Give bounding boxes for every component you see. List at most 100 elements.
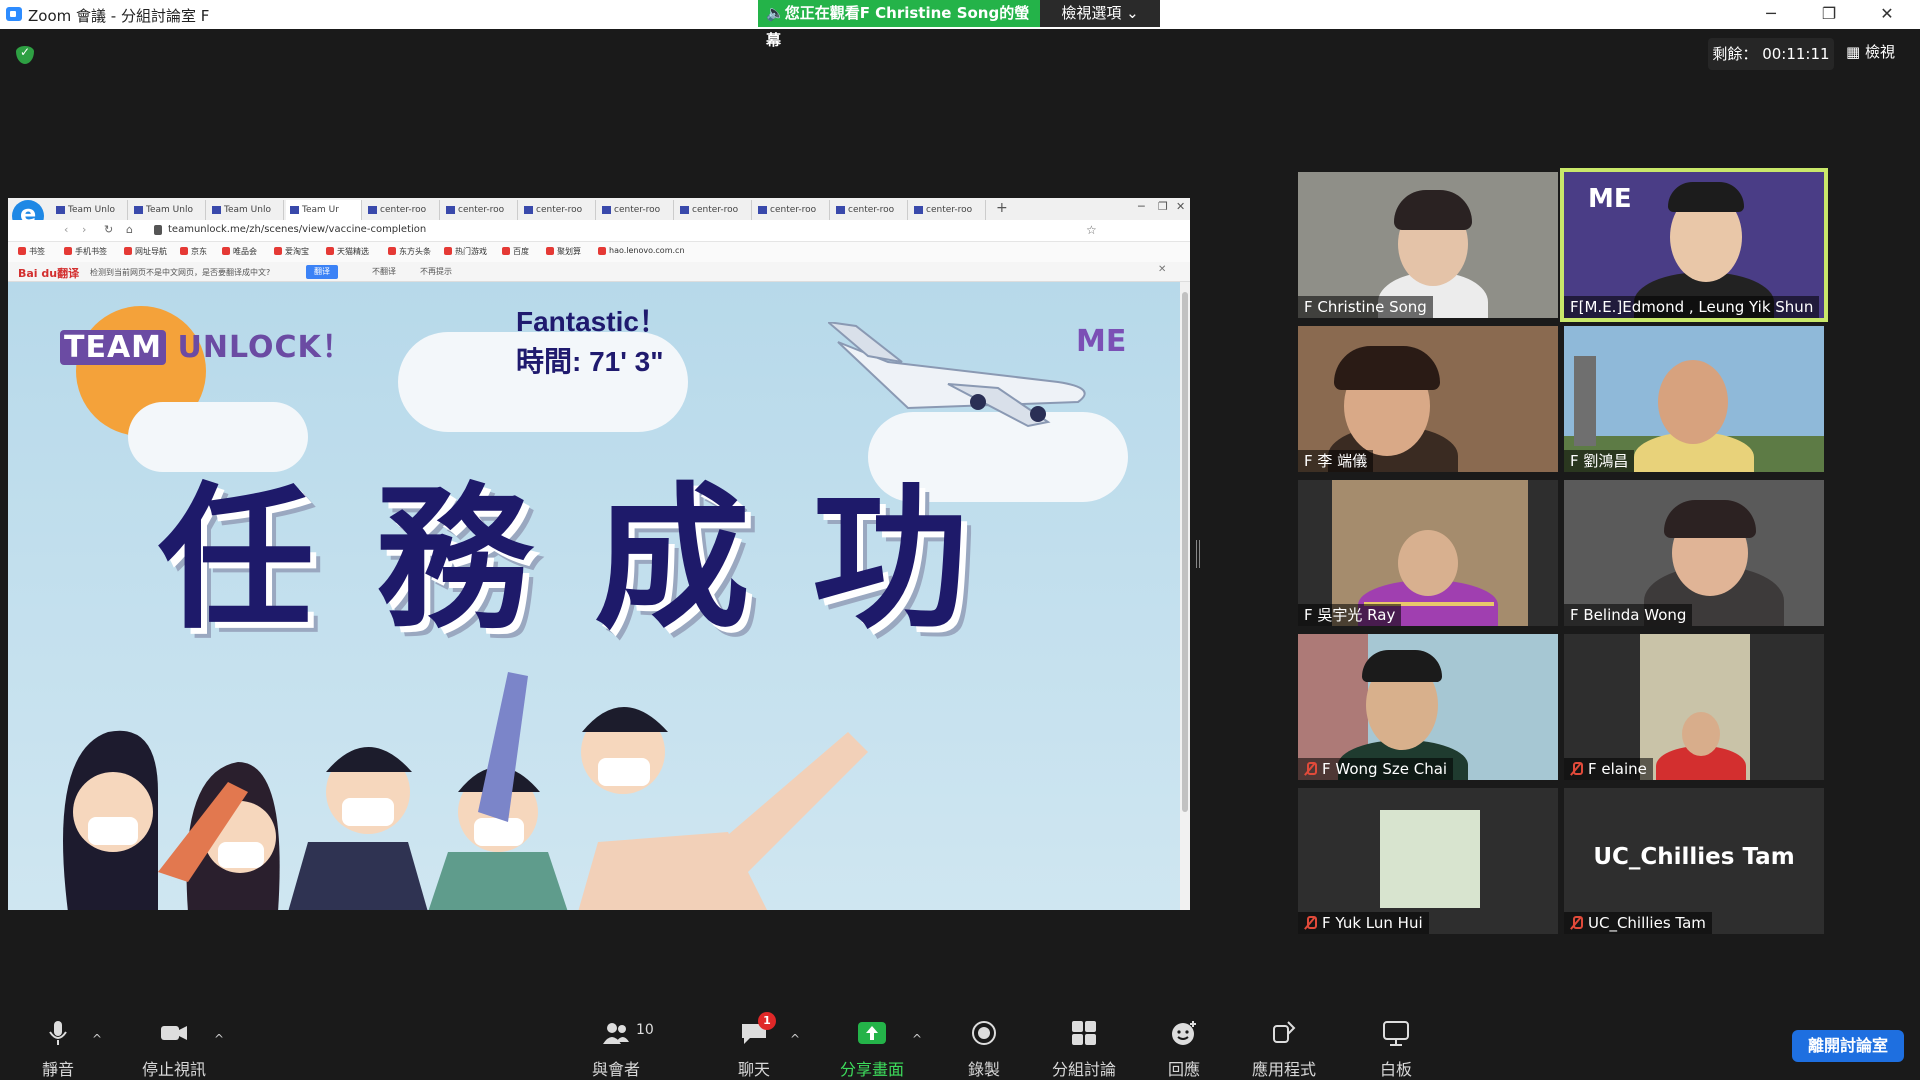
bookmark[interactable]: 手机书签	[64, 246, 107, 257]
bookmarks-bar: 书签 手机书签 网址导航 京东 唯品会 爱淘宝 天猫精选 东方头条 热门游戏 百…	[8, 242, 1190, 262]
chat-label: 聊天	[737, 1060, 770, 1079]
bookmark[interactable]: 爱淘宝	[274, 246, 309, 257]
chat-options-caret[interactable]: ^	[790, 1032, 800, 1046]
participant-name-text: F Yuk Lun Hui	[1322, 914, 1423, 932]
mute-button[interactable]: 靜音	[8, 1020, 108, 1080]
browser-tab[interactable]: center-roo	[754, 200, 830, 220]
star-icon[interactable]: ☆	[1086, 223, 1097, 237]
participant-video-tile[interactable]: F Yuk Lun Hui	[1298, 788, 1558, 934]
browser-tab[interactable]: Team Unlo	[130, 200, 206, 220]
elapsed-time: 時間: 71' 3"	[516, 346, 664, 377]
translate-button[interactable]: 翻译	[306, 265, 338, 279]
audio-options-caret[interactable]: ^	[92, 1032, 102, 1046]
chat-button[interactable]: 1 聊天	[704, 1012, 804, 1080]
participant-name: UC_Chillies Tam	[1564, 912, 1712, 934]
breakout-rooms-icon	[1072, 1021, 1096, 1045]
browser-restore-icon[interactable]: ❐	[1158, 200, 1168, 213]
browser-tab[interactable]: center-roo	[910, 200, 986, 220]
participant-count: 10	[636, 1022, 654, 1038]
reload-icon[interactable]: ↻	[104, 223, 113, 236]
minimize-button[interactable]: ─	[1748, 2, 1794, 26]
breakout-rooms-button[interactable]: 分組討論	[1034, 1020, 1134, 1080]
chevron-down-icon: ⌄	[1126, 4, 1139, 22]
share-screen-label: 分享畫面	[839, 1060, 904, 1079]
gallery-view-button[interactable]: ▦ 檢視	[1846, 38, 1912, 66]
bookmark[interactable]: 书签	[18, 246, 45, 257]
browser-tab[interactable]: center-roo	[520, 200, 596, 220]
restore-button[interactable]: ❐	[1806, 2, 1852, 26]
page-scrollbar[interactable]	[1180, 282, 1190, 910]
airplane-illustration	[828, 322, 1086, 428]
browser-tab[interactable]: center-roo	[676, 200, 752, 220]
bookmark[interactable]: 唯品会	[222, 246, 257, 257]
participant-video-tile[interactable]: F Wong Sze Chai	[1298, 634, 1558, 780]
bookmark[interactable]: hao.lenovo.com.cn	[598, 246, 685, 255]
participant-video-tile[interactable]: F 李 端儀	[1298, 326, 1558, 472]
record-button[interactable]: 錄製	[934, 1020, 1034, 1080]
no-translate-button[interactable]: 不翻译	[364, 265, 404, 279]
stop-video-button[interactable]: 停止視訊	[124, 1020, 224, 1080]
microphone-icon	[49, 1021, 67, 1045]
participant-video-tile-active-speaker[interactable]: ME F[M.E.]Edmond , Leung Yik Shun	[1560, 168, 1828, 322]
browser-close-icon[interactable]: ✕	[1176, 200, 1185, 213]
whiteboard-button[interactable]: 白板	[1346, 1020, 1446, 1080]
view-options-label: 檢視選項	[1061, 4, 1122, 22]
bookmark[interactable]: 网址导航	[124, 246, 167, 257]
browser-tab[interactable]: center-roo	[364, 200, 440, 220]
close-translate-icon[interactable]: ✕	[1158, 264, 1166, 275]
browser-tab[interactable]: Team Unlo	[208, 200, 284, 220]
never-prompt-button[interactable]: 不再提示	[412, 265, 460, 279]
participant-video-tile[interactable]: UC_Chillies Tam UC_Chillies Tam	[1564, 788, 1824, 934]
leave-breakout-room-button[interactable]: 離開討論室	[1792, 1030, 1904, 1062]
browser-tab-active[interactable]: Team Ur	[286, 200, 362, 220]
mission-complete-slide[interactable]: TEAM UNLOCK！ Fantastic！ 時間: 71' 3" ME 任務…	[8, 282, 1180, 910]
baidu-translate-logo: Bai du翻译	[18, 267, 80, 280]
home-icon[interactable]: ⌂	[126, 223, 133, 236]
close-window-button[interactable]: ✕	[1864, 2, 1910, 26]
panel-splitter-handle[interactable]	[1196, 540, 1200, 568]
participant-video-tile[interactable]: F elaine	[1564, 634, 1824, 780]
browser-tab[interactable]: center-roo	[442, 200, 518, 220]
forward-arrow-icon[interactable]: ›	[82, 223, 86, 236]
shared-screen[interactable]: Team Unlo Team Unlo Team Unlo Team Ur ce…	[8, 198, 1190, 910]
browser-tab[interactable]: center-roo	[832, 200, 908, 220]
participant-name-text: F elaine	[1588, 760, 1647, 778]
participant-video-tile[interactable]: F Belinda Wong	[1564, 480, 1824, 626]
reactions-button[interactable]: 回應	[1134, 1020, 1234, 1080]
participants-icon: 10	[602, 1020, 654, 1046]
bookmark[interactable]: 百度	[502, 246, 529, 257]
title-bar: Zoom 會議 - 分組討論室 F 🔈您正在觀看F Christine Song…	[0, 0, 1920, 49]
bookmark[interactable]: 京东	[180, 246, 207, 257]
whiteboard-icon	[1383, 1021, 1409, 1046]
participant-name: F 劉鴻昌	[1564, 450, 1635, 472]
participants-button[interactable]: 10 與會者	[566, 1020, 666, 1080]
browser-tab[interactable]: center-roo	[598, 200, 674, 220]
url-text[interactable]: teamunlock.me/zh/scenes/view/vaccine-com…	[168, 224, 426, 235]
browser-minimize-icon[interactable]: ─	[1138, 200, 1145, 213]
muted-mic-icon	[1304, 762, 1317, 776]
share-screen-button[interactable]: 分享畫面	[822, 1020, 922, 1080]
bookmark[interactable]: 天猫精选	[326, 246, 369, 257]
browser-tab[interactable]: Team Unlo	[52, 200, 128, 220]
video-options-caret[interactable]: ^	[214, 1032, 224, 1046]
address-bar[interactable]: ‹ › ↻ ⌂ teamunlock.me/zh/scenes/view/vac…	[8, 220, 1190, 242]
bookmark[interactable]: 热门游戏	[444, 246, 487, 257]
video-camera-icon	[161, 1026, 187, 1040]
muted-mic-icon	[1570, 916, 1583, 930]
participant-video-tile[interactable]: F 吳宇光 Ray	[1298, 480, 1558, 626]
zoom-app-icon	[6, 7, 22, 21]
apps-button[interactable]: 應用程式	[1234, 1020, 1334, 1080]
bookmark[interactable]: 聚划算	[546, 246, 581, 257]
participant-video-tile[interactable]: F Christine Song	[1298, 172, 1558, 318]
view-options-button[interactable]: 檢視選項 ⌄	[1040, 0, 1160, 27]
new-tab-plus-icon[interactable]: +	[996, 200, 1008, 216]
encryption-shield-icon[interactable]	[16, 45, 34, 64]
muted-mic-icon	[1304, 916, 1317, 930]
participant-video-tile[interactable]: F 劉鴻昌	[1564, 326, 1824, 472]
mute-label: 靜音	[41, 1060, 74, 1079]
back-arrow-icon[interactable]: ‹	[64, 223, 68, 236]
bookmark[interactable]: 东方头条	[388, 246, 431, 257]
whiteboard-label: 白板	[1379, 1060, 1412, 1079]
scrollbar-thumb[interactable]	[1182, 292, 1188, 812]
share-options-caret[interactable]: ^	[912, 1032, 922, 1046]
